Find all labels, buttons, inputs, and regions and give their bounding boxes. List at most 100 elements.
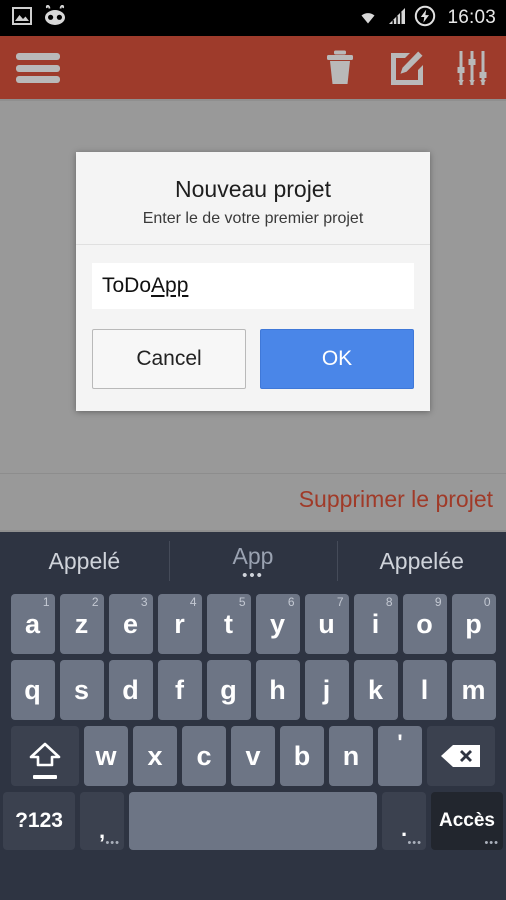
cancel-button[interactable]: Cancel	[92, 329, 246, 390]
access-key[interactable]: Accès •••	[431, 792, 503, 850]
ok-button[interactable]: OK	[260, 329, 414, 390]
key-hint: 8	[385, 595, 393, 609]
dialog-subtitle: Enter le de votre premier projet	[142, 210, 364, 228]
key-g[interactable]: g	[206, 660, 251, 720]
key-label: n	[342, 740, 360, 771]
key-q[interactable]: q	[10, 660, 55, 720]
key-l[interactable]: l	[402, 660, 447, 720]
suggestion-label: Appelée	[379, 547, 464, 574]
access-more-icon: •••	[484, 837, 499, 849]
image-icon	[12, 6, 32, 30]
key-z[interactable]: 2z	[59, 594, 104, 654]
project-name-input[interactable]: ToDo App	[92, 263, 414, 310]
key-label: g	[220, 674, 237, 705]
dialog-title: Nouveau projet	[175, 176, 331, 202]
key-hint: 0	[483, 595, 491, 609]
key-label: ,	[98, 818, 106, 843]
backspace-icon	[441, 745, 480, 767]
keyboard-row-1: 1a 2z 3e 4r 5t 6y 7u 8i 9o 0p	[3, 594, 503, 654]
period-key[interactable]: . •••	[382, 792, 426, 850]
key-label: w	[95, 740, 117, 771]
key-label: p	[465, 608, 482, 639]
wifi-icon	[356, 7, 380, 30]
key-label: v	[245, 740, 261, 771]
key-o[interactable]: 9o	[402, 594, 447, 654]
sliders-icon[interactable]	[452, 48, 492, 88]
backspace-key[interactable]	[427, 726, 495, 786]
key-hint: 7	[336, 595, 344, 609]
key-label: y	[269, 608, 286, 639]
key-hint: 3	[140, 595, 148, 609]
suggestion-item-0[interactable]: Appelé	[0, 532, 169, 590]
key-v[interactable]: v	[231, 726, 275, 786]
key-p[interactable]: 0p	[451, 594, 496, 654]
suggestion-label: Appelé	[48, 547, 121, 574]
suggestion-item-1[interactable]: App •••	[168, 532, 338, 590]
key-label: m	[461, 674, 486, 705]
battery-charging-icon	[414, 5, 436, 32]
content-divider	[0, 473, 506, 474]
key-x[interactable]: x	[133, 726, 177, 786]
key-label: l	[420, 674, 429, 705]
key-label: h	[269, 674, 286, 705]
key-label: t	[224, 608, 233, 639]
suggestion-item-2[interactable]: Appelée	[337, 532, 506, 590]
key-s[interactable]: s	[59, 660, 104, 720]
key-label: z	[74, 608, 89, 639]
shift-key[interactable]	[11, 726, 79, 786]
delete-icon[interactable]	[320, 48, 360, 88]
key-y[interactable]: 6y	[255, 594, 300, 654]
key-label: '	[397, 730, 403, 755]
key-n[interactable]: n	[329, 726, 373, 786]
phone-screen: 16:03 Supprimer le projet Nouveau projet…	[0, 0, 506, 900]
key-label: s	[73, 674, 90, 705]
key-r[interactable]: 4r	[157, 594, 202, 654]
edit-icon[interactable]	[386, 48, 426, 88]
key-j[interactable]: j	[304, 660, 349, 720]
delete-project-link[interactable]: Supprimer le projet	[299, 486, 493, 513]
key-e[interactable]: 3e	[108, 594, 153, 654]
new-project-dialog: Nouveau projet Enter le de votre premier…	[76, 152, 430, 412]
symbols-key[interactable]: ?123	[3, 792, 75, 850]
keyboard-rows: 1a 2z 3e 4r 5t 6y 7u 8i 9o 0p q s d f g …	[0, 590, 506, 862]
key-h[interactable]: h	[255, 660, 300, 720]
key-label: f	[175, 674, 184, 705]
status-bar-right-icons: 16:03	[356, 5, 496, 32]
key-d[interactable]: d	[108, 660, 153, 720]
key-i[interactable]: 8i	[353, 594, 398, 654]
key-label: q	[24, 674, 41, 705]
key-t[interactable]: 5t	[206, 594, 251, 654]
key-b[interactable]: b	[280, 726, 324, 786]
key-label: r	[174, 608, 185, 639]
key-hint: 5	[238, 595, 246, 609]
key-f[interactable]: f	[157, 660, 202, 720]
key-label: ?123	[15, 809, 63, 832]
key-w[interactable]: w	[84, 726, 128, 786]
soft-keyboard: Appelé App ••• Appelée 1a 2z 3e 4r 5t 6y…	[0, 530, 506, 900]
key-a[interactable]: 1a	[10, 594, 55, 654]
key-m[interactable]: m	[451, 660, 496, 720]
key-apostrophe[interactable]: '	[378, 726, 422, 786]
key-hint: 6	[287, 595, 295, 609]
key-label: c	[196, 740, 212, 771]
key-hint: 2	[91, 595, 99, 609]
key-hint: 9	[434, 595, 442, 609]
key-label: k	[367, 674, 384, 705]
keyboard-row-3: w x c v b n '	[3, 726, 503, 786]
key-label: a	[24, 608, 41, 639]
key-label: o	[416, 608, 433, 639]
comma-key[interactable]: , •••	[80, 792, 124, 850]
key-c[interactable]: c	[182, 726, 226, 786]
key-label: Accès	[439, 810, 495, 831]
cyanogenmod-icon	[42, 4, 68, 32]
key-label: d	[122, 674, 139, 705]
keyboard-row-2: q s d f g h j k l m	[3, 660, 503, 720]
status-bar: 16:03	[0, 0, 506, 36]
more-suggestions-icon[interactable]: •••	[242, 568, 264, 583]
space-key[interactable]	[129, 792, 377, 850]
suggestion-bar: Appelé App ••• Appelée	[0, 532, 506, 590]
key-label: .	[400, 816, 408, 841]
key-u[interactable]: 7u	[304, 594, 349, 654]
key-k[interactable]: k	[353, 660, 398, 720]
hamburger-menu-icon[interactable]	[16, 53, 60, 83]
